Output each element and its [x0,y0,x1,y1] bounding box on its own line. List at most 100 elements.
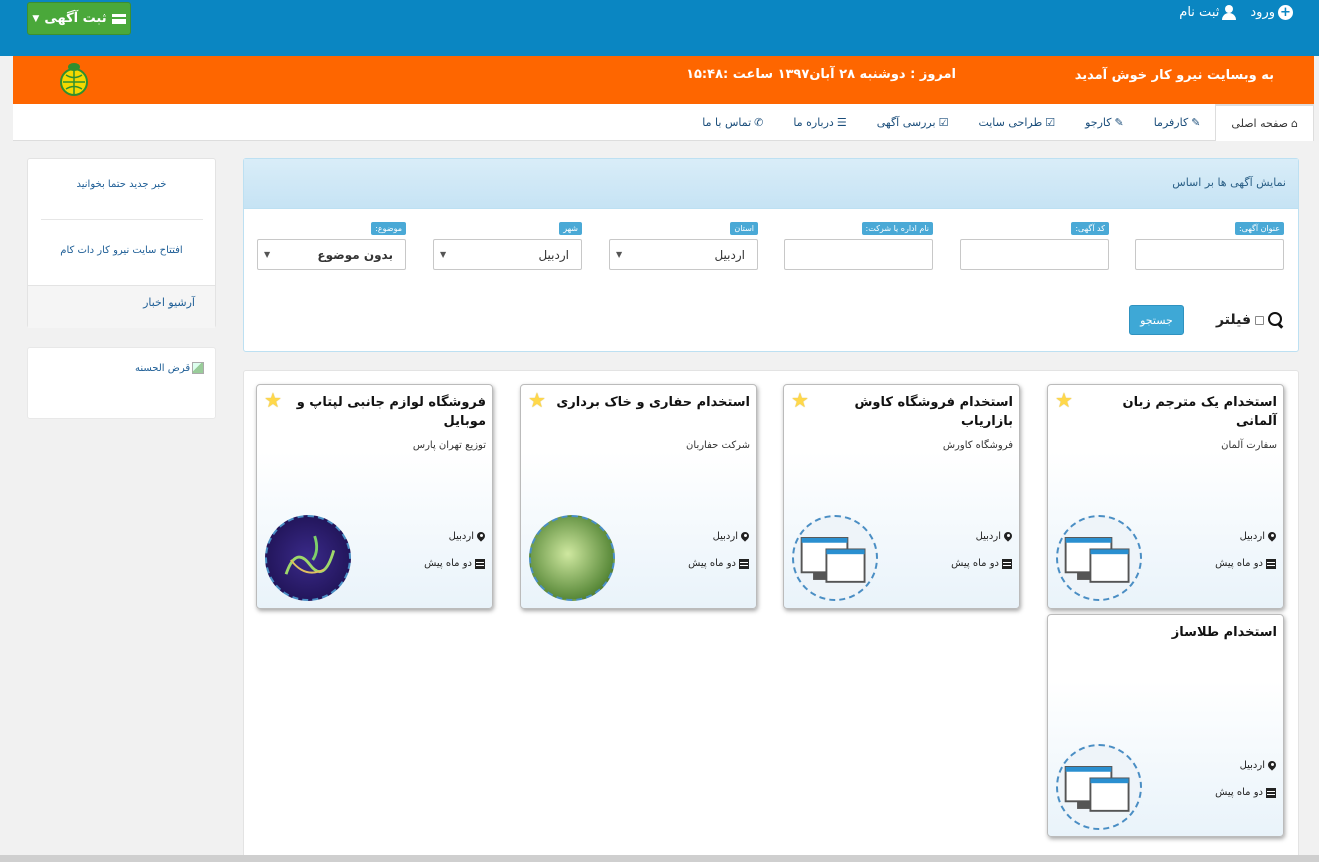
listing-title: فروشگاه لوازم جانبی لپتاپ و موبایل [296,395,486,429]
nav-web-design[interactable]: ☑ طراحی سایت [963,104,1070,141]
filter-title: نمایش آگهی ها بر اساس [1172,176,1286,189]
nav-review-ads-label: بررسی آگهی [876,116,936,129]
search-icon [1268,312,1284,328]
filter-header: نمایش آگهی ها بر اساس [244,159,1298,209]
star-icon[interactable]: ★ [1055,388,1073,412]
login-link[interactable]: + ورود [1250,5,1293,20]
phone-icon: ✆ [754,116,764,129]
nav-about[interactable]: ☰ درباره ما [778,104,861,141]
register-link[interactable]: ثبت نام [1179,5,1237,20]
ad-title-label: عنوان آگهی: [1234,222,1284,235]
main-nav: ⌂ صفحه اصلی ✎ کارفرما ✎ کارجو ☑ طراحی سا… [13,104,1314,141]
listing-title: استخدام حفاری و خاک برداری [556,395,750,410]
listing-city-label: اردبیل [1239,760,1265,771]
city-field: شهر اردبیل ▼ [433,222,582,270]
listing-card[interactable]: استخدام یک مترجم زبان آلمانی سفارت آلمان… [1047,384,1284,609]
nav-jobseeker[interactable]: ✎ کارجو [1070,104,1139,141]
listing-company: توزیع تهران پارس [412,440,486,451]
post-ad-dropdown-button[interactable]: ثبت آگهی ▼ [27,2,131,35]
search-button[interactable]: جستجو [1128,305,1184,335]
nav-web-design-label: طراحی سایت [978,116,1043,129]
filter-label: فیلتر [1215,312,1251,328]
loan-banner-image[interactable]: قرض الحسنه [135,362,205,374]
listing-city-label: اردبیل [1239,531,1265,542]
city-label: شهر [559,222,582,235]
listing-date-label: دو ماه پیش [1215,558,1263,569]
map-marker-icon [1004,532,1012,542]
nav-home[interactable]: ⌂ صفحه اصلی [1215,104,1314,141]
ad-code-label: کد آگهی: [1071,222,1109,235]
map-marker-icon [741,532,749,542]
listing-company: فروشگاه کاورش [942,440,1013,451]
computer-screens-thumbnail [1056,744,1142,830]
filter-panel: نمایش آگهی ها بر اساس عنوان آگهی: کد آگه… [243,158,1299,352]
map-marker-icon [1268,761,1276,771]
listing-city: اردبیل [1240,531,1276,542]
listings-panel: استخدام یک مترجم زبان آلمانی سفارت آلمان… [243,370,1299,862]
ad-code-field: کد آگهی: [960,222,1109,270]
listing-card[interactable]: استخدام فروشگاه کاوش بازاریاب فروشگاه کا… [783,384,1020,609]
subject-select[interactable]: بدون موضوع ▼ [257,239,406,270]
nav-review-ads[interactable]: ☑ بررسی آگهی [862,104,964,141]
news-link-1[interactable]: خبر جدید حتما بخوانید [28,179,215,190]
broken-image-icon [192,362,205,374]
check-icon: ☑ [938,116,949,129]
company-input[interactable] [784,239,933,270]
star-icon[interactable]: ★ [264,388,282,412]
news-link-2[interactable]: افتتاح سایت نیرو کار دات کام [28,245,215,256]
nav-employer[interactable]: ✎ کارفرما [1139,104,1216,141]
listing-title: استخدام طلاساز [1171,625,1277,640]
news-box: خبر جدید حتما بخوانید افتتاح سایت نیرو ک… [27,158,216,328]
subject-label: موضوع: [371,222,406,235]
edit-icon: ☑ [1045,116,1056,129]
nav-about-label: درباره ما [793,116,834,129]
site-logo[interactable] [57,62,91,98]
star-icon[interactable]: ★ [528,388,546,412]
company-field: نام اداره یا شرکت: [784,222,933,270]
listing-city: اردبیل [1240,760,1276,771]
listing-city: اردبیل [713,531,749,542]
listing-date: دو ماه پیش [688,558,749,569]
computer-screens-thumbnail [792,515,878,601]
login-label: ورود [1250,5,1275,20]
listing-city-label: اردبیل [448,531,474,542]
select-arrow-icon: ▼ [264,250,271,259]
pin-icon: ✎ [1191,116,1201,129]
banner-box: قرض الحسنه [27,347,216,419]
star-icon[interactable]: ★ [791,388,809,412]
subject-value: بدون موضوع [317,247,393,262]
register-label: ثبت نام [1179,5,1220,20]
listing-date: دو ماه پیش [424,558,485,569]
listing-card[interactable]: استخدام طلاساز اردبیل دو ماه پیش [1047,614,1284,837]
province-select[interactable]: اردبیل ▼ [609,239,758,270]
map-marker-icon [477,532,485,542]
horizontal-scrollbar[interactable] [0,855,1319,862]
calendar-icon [1002,558,1012,569]
nav-contact[interactable]: ✆ تماس با ما [687,104,778,141]
filter-checkbox[interactable] [1255,315,1264,325]
home-icon: ⌂ [1291,117,1298,130]
listing-title: استخدام فروشگاه کاوش بازاریاب [854,395,1013,429]
news-archive-link[interactable]: آرشیو اخبار [28,285,215,328]
ad-title-input[interactable] [1135,239,1284,270]
caret-down-icon: ▼ [32,13,40,24]
listing-card[interactable]: فروشگاه لوازم جانبی لپتاپ و موبایل توزیع… [256,384,493,609]
listing-date-label: دو ماه پیش [688,558,736,569]
news-divider [41,219,203,220]
nav-employer-label: کارفرما [1153,116,1189,129]
post-ad-label: ثبت آگهی [44,11,107,26]
calendar-icon [475,558,485,569]
ad-code-input[interactable] [960,239,1109,270]
company-label: نام اداره یا شرکت: [861,222,933,235]
calligraphy-thumbnail [265,515,351,601]
listing-date: دو ماه پیش [1215,558,1276,569]
ad-title-field: عنوان آگهی: [1135,222,1284,270]
city-select[interactable]: اردبیل ▼ [433,239,582,270]
green-plant-thumbnail [529,515,615,601]
listing-date: دو ماه پیش [1215,787,1276,798]
user-icon [1222,5,1237,20]
account-links: + ورود ثبت نام [1179,5,1293,20]
listing-card[interactable]: استخدام حفاری و خاک برداری شرکت حفاربان … [520,384,757,609]
listing-city-label: اردبیل [975,531,1001,542]
listing-date: دو ماه پیش [951,558,1012,569]
